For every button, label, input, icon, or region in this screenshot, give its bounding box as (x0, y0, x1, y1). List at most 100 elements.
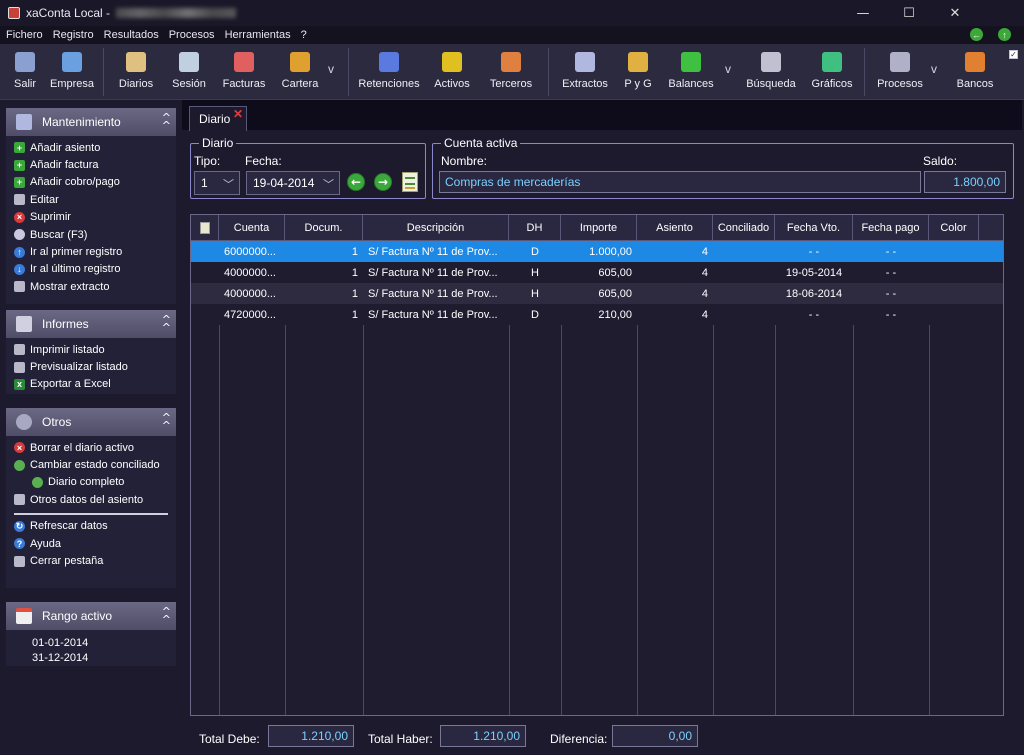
close-tab-icon[interactable]: ✕ (233, 107, 243, 121)
action-icon: ↻ (14, 520, 25, 532)
tab-diario[interactable]: Diario ✕ (189, 106, 247, 131)
more-button[interactable]: v (725, 62, 731, 76)
sidebar-action[interactable]: ? Ayuda (6, 535, 176, 552)
divider (14, 512, 168, 515)
nombre-field[interactable]: Compras de mercaderías (439, 171, 921, 193)
checkbox-icon[interactable]: ✓ (1009, 50, 1018, 59)
cell-desc: S/ Factura Nº 11 de Prov... (368, 245, 498, 258)
action-icon: × (14, 442, 25, 454)
prev-date-button[interactable]: ← (347, 173, 365, 191)
action-icon: ↑ (14, 246, 25, 258)
menu-item[interactable]: Procesos (164, 29, 220, 41)
collapse-icon[interactable]: ^ ^ (162, 112, 171, 131)
cell-importe: 1.000,00 (589, 245, 632, 258)
panel-informes-header[interactable]: Informes ^ ^ (6, 310, 176, 338)
maximize-button[interactable]: ☐ (886, 0, 932, 26)
sidebar-action[interactable]: Diario completo (6, 474, 176, 491)
toolbar-button-retention[interactable]: Retenciones (358, 48, 420, 96)
column-header[interactable]: Fecha pago (853, 215, 929, 241)
panel-rango-header[interactable]: Rango activo ^ ^ (6, 602, 176, 630)
column-header[interactable]: DH (509, 215, 561, 241)
sidebar-action[interactable]: Editar (6, 191, 176, 208)
toolbar-button-gold[interactable]: Activos (422, 48, 482, 96)
column-header[interactable]: Asiento (637, 215, 713, 241)
close-button[interactable]: ✕ (932, 0, 978, 26)
sidebar-action[interactable]: x Exportar a Excel (6, 376, 176, 393)
toolbar-button-journal[interactable]: Diarios (106, 48, 166, 96)
cell-asiento: 4 (701, 266, 708, 279)
menu-item[interactable]: Registro (48, 29, 99, 41)
menu-item[interactable]: Herramientas (220, 29, 296, 41)
cell-importe: 605,00 (598, 266, 632, 279)
sidebar-action[interactable]: Buscar (F3) (6, 226, 176, 243)
sidebar-action[interactable]: + Añadir cobro/pago (6, 174, 176, 191)
menu-item[interactable]: Resultados (99, 29, 164, 41)
panel-rango: Rango activo ^ ^ 01-01-2014 31-12-2014 (6, 602, 176, 666)
bank-icon (965, 52, 985, 72)
table-row[interactable]: 4000000... 1 S/ Factura Nº 11 de Prov... H 6… (191, 262, 1003, 283)
table-row[interactable]: 4000000... 1 S/ Factura Nº 11 de Prov... H 6… (191, 283, 1003, 304)
toolbar-button-extract[interactable]: Extractos (555, 48, 615, 96)
sidebar-action[interactable]: + Añadir factura (6, 156, 176, 173)
back-icon[interactable]: ← (970, 28, 983, 41)
collapse-icon[interactable]: ^ ^ (162, 606, 171, 625)
cell-fvto: - - (808, 245, 820, 258)
sidebar-action[interactable]: Otros datos del asiento (6, 491, 176, 508)
toolbar-button-invoice[interactable]: Facturas (214, 48, 274, 96)
sidebar-action[interactable]: × Suprimir (6, 209, 176, 226)
toolbar-button-chart[interactable]: Gráficos (802, 48, 862, 96)
chart-icon (822, 52, 842, 72)
toolbar-button-gears[interactable]: Procesos (870, 48, 930, 96)
more-button[interactable]: v (328, 62, 334, 76)
next-date-button[interactable]: → (374, 173, 392, 191)
cell-asiento: 4 (701, 287, 708, 300)
sidebar-action[interactable]: + Añadir asiento (6, 139, 176, 156)
column-header[interactable]: Docum. (285, 215, 363, 241)
sidebar-action[interactable]: ↑ Ir al primer registro (6, 243, 176, 260)
toolbar-button-binoculars[interactable]: Búsqueda (741, 48, 801, 96)
up-icon[interactable]: ↑ (998, 28, 1011, 41)
toolbar-button-balance[interactable]: Balances (661, 48, 721, 96)
sidebar-action[interactable]: ↓ Ir al último registro (6, 261, 176, 278)
toolbar-button-bank[interactable]: Bancos (945, 48, 1005, 96)
toolbar-button-session[interactable]: Sesión (159, 48, 219, 96)
more-button[interactable]: v (931, 62, 937, 76)
table-row[interactable]: 4720000... 1 S/ Factura Nº 11 de Prov... D 2… (191, 304, 1003, 325)
document-icon[interactable] (402, 172, 418, 192)
sidebar-action[interactable]: × Borrar el diario activo (6, 439, 176, 456)
toolbar-button-people[interactable]: Terceros (481, 48, 541, 96)
sidebar-action[interactable]: Imprimir listado (6, 341, 176, 358)
column-header[interactable]: Conciliado (713, 215, 775, 241)
sidebar-action[interactable]: Mostrar extracto (6, 278, 176, 295)
sidebar-action[interactable]: Cambiar estado conciliado (6, 456, 176, 473)
collapse-icon[interactable]: ^ ^ (162, 314, 171, 333)
cell-desc: S/ Factura Nº 11 de Prov... (368, 308, 498, 321)
toolbar-button-building[interactable]: Empresa (42, 48, 102, 96)
sidebar-action[interactable]: ↻ Refrescar datos (6, 518, 176, 535)
sidebar-action[interactable]: Cerrar pestaña (6, 552, 176, 569)
chevron-down-icon: ﹀ (323, 178, 334, 191)
notebook-icon (16, 114, 32, 130)
minimize-button[interactable]: — (840, 0, 886, 26)
column-header[interactable]: Fecha Vto. (775, 215, 853, 241)
collapse-icon[interactable]: ^ ^ (162, 412, 171, 431)
menu-item[interactable]: Fichero (0, 29, 48, 41)
fecha-select[interactable]: 19-04-2014 ﹀ (246, 171, 340, 195)
column-header[interactable]: Color (929, 215, 979, 241)
cell-fpago: - - (885, 245, 897, 258)
cell-conciliado (718, 241, 770, 262)
toolbar-button-folder[interactable]: Cartera (270, 48, 330, 96)
table-row[interactable]: 6000000... 1 S/ Factura Nº 11 de Prov... D 1… (191, 241, 1003, 262)
sidebar-action[interactable]: Previsualizar listado (6, 358, 176, 375)
panel-otros: Otros ^ ^ × Borrar el diario activo Cambiar… (6, 408, 176, 588)
column-header[interactable]: Importe (561, 215, 637, 241)
tipo-select[interactable]: 1 ﹀ (194, 171, 240, 195)
column-header[interactable]: Descripción (363, 215, 509, 241)
menu-item[interactable]: ? (296, 29, 312, 41)
panel-mantenimiento-header[interactable]: Mantenimiento ^ ^ (6, 108, 176, 136)
column-header[interactable]: Cuenta (219, 215, 285, 241)
toolbar-button-money-bag[interactable]: P y G (608, 48, 668, 96)
panel-otros-header[interactable]: Otros ^ ^ (6, 408, 176, 436)
toolbar-separator (348, 48, 349, 96)
cell-fpago: - - (885, 266, 897, 279)
